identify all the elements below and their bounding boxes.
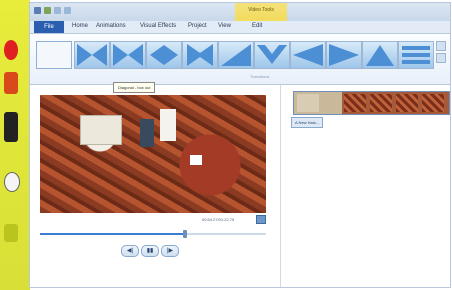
- diamond-icon: [150, 45, 178, 65]
- chevron-down-icon: [257, 45, 287, 64]
- tab-file[interactable]: File: [34, 21, 64, 33]
- video-object-card: [190, 155, 202, 165]
- tab-project[interactable]: Project: [188, 23, 207, 29]
- title-bar: Video Tools: [30, 3, 450, 31]
- redo-icon[interactable]: [64, 7, 71, 14]
- movie-maker-window: Video Tools File Home Animations Visual …: [30, 3, 450, 287]
- clip-thumbnail: [396, 94, 418, 112]
- desktop-background: [0, 0, 30, 290]
- clip-thumbnail: [344, 94, 366, 112]
- tab-animations[interactable]: Animations: [96, 23, 126, 29]
- video-clip[interactable]: [293, 91, 450, 115]
- transition-diagonal-x-button[interactable]: [182, 41, 218, 69]
- transition-sweep-up-button[interactable]: [218, 41, 254, 69]
- transition-diagonal-box-out-button[interactable]: [74, 41, 110, 69]
- transition-arrow-left-button[interactable]: [290, 41, 326, 69]
- blinds-icon: [402, 46, 430, 64]
- transition-none-button[interactable]: [36, 41, 72, 69]
- transition-diamond-button[interactable]: [146, 41, 182, 69]
- diagonal-cross-icon: [113, 44, 143, 66]
- desktop-app-icon[interactable]: [4, 172, 20, 192]
- tab-visual-effects[interactable]: Visual Effects: [140, 23, 176, 29]
- save-icon[interactable]: [44, 7, 51, 14]
- clip-thumbnail: [297, 94, 319, 112]
- seek-bar-thumb[interactable]: [182, 230, 187, 238]
- tab-home[interactable]: Home: [72, 23, 88, 29]
- storyboard-pane: A New Halo...: [281, 85, 450, 287]
- seek-bar[interactable]: [40, 230, 266, 238]
- video-object-cup: [160, 109, 176, 141]
- video-preview[interactable]: [40, 95, 266, 213]
- gallery-scroll-down-button[interactable]: [436, 53, 446, 63]
- ribbon-tab-bar: File Home Animations Visual Effects Proj…: [30, 21, 450, 34]
- context-tab-group-title: Video Tools: [248, 7, 274, 13]
- caption-chip[interactable]: A New Halo...: [291, 117, 324, 128]
- quick-access-toolbar: [34, 7, 71, 14]
- play-pause-button[interactable]: ▮▮: [141, 245, 159, 257]
- ribbon-transitions: Transitions: [30, 34, 450, 85]
- transition-blinds-button[interactable]: [398, 41, 434, 69]
- desktop-app-icon[interactable]: [4, 40, 18, 60]
- preview-pane: 00:54.27/01:22.75 ◀| ▮▮ |▶: [30, 85, 281, 287]
- gallery-scroll: [436, 41, 446, 69]
- transition-triangle-button[interactable]: [362, 41, 398, 69]
- app-menu-icon[interactable]: [34, 7, 41, 14]
- time-readout: 00:54.27/01:22.75: [202, 217, 235, 222]
- next-frame-button[interactable]: |▶: [161, 245, 179, 257]
- ribbon-group-label: Transitions: [250, 74, 270, 79]
- clip-thumbnail: [422, 94, 444, 112]
- desktop-app-icon[interactable]: [4, 224, 18, 242]
- sweep-up-icon: [221, 44, 251, 66]
- gallery-scroll-up-button[interactable]: [436, 41, 446, 51]
- triangle-icon: [366, 45, 394, 66]
- arrow-right-icon: [329, 44, 359, 66]
- video-object-bottle: [140, 119, 154, 147]
- video-object-box: [80, 115, 122, 145]
- diagonal-box-out-icon: [77, 44, 107, 66]
- tab-view[interactable]: View: [218, 23, 231, 29]
- transition-arrow-right-button[interactable]: [326, 41, 362, 69]
- diagonal-x-icon: [187, 44, 213, 66]
- playback-controls: ◀| ▮▮ |▶: [121, 245, 179, 257]
- arrow-left-icon: [293, 44, 323, 66]
- tab-edit[interactable]: Edit: [252, 23, 262, 29]
- transition-chevron-down-button[interactable]: [254, 41, 290, 69]
- undo-icon[interactable]: [54, 7, 61, 14]
- fullscreen-button[interactable]: [256, 215, 266, 224]
- seek-bar-fill: [40, 233, 185, 235]
- transition-diagonal-cross-button[interactable]: [110, 41, 146, 69]
- clip-thumbnail: [370, 94, 392, 112]
- transition-tooltip: Diagonal - box out: [113, 82, 156, 93]
- desktop-app-icon[interactable]: [4, 72, 18, 94]
- desktop-app-icon[interactable]: [4, 112, 18, 142]
- screenshot-root: Video Tools File Home Animations Visual …: [0, 0, 452, 290]
- previous-frame-button[interactable]: ◀|: [121, 245, 139, 257]
